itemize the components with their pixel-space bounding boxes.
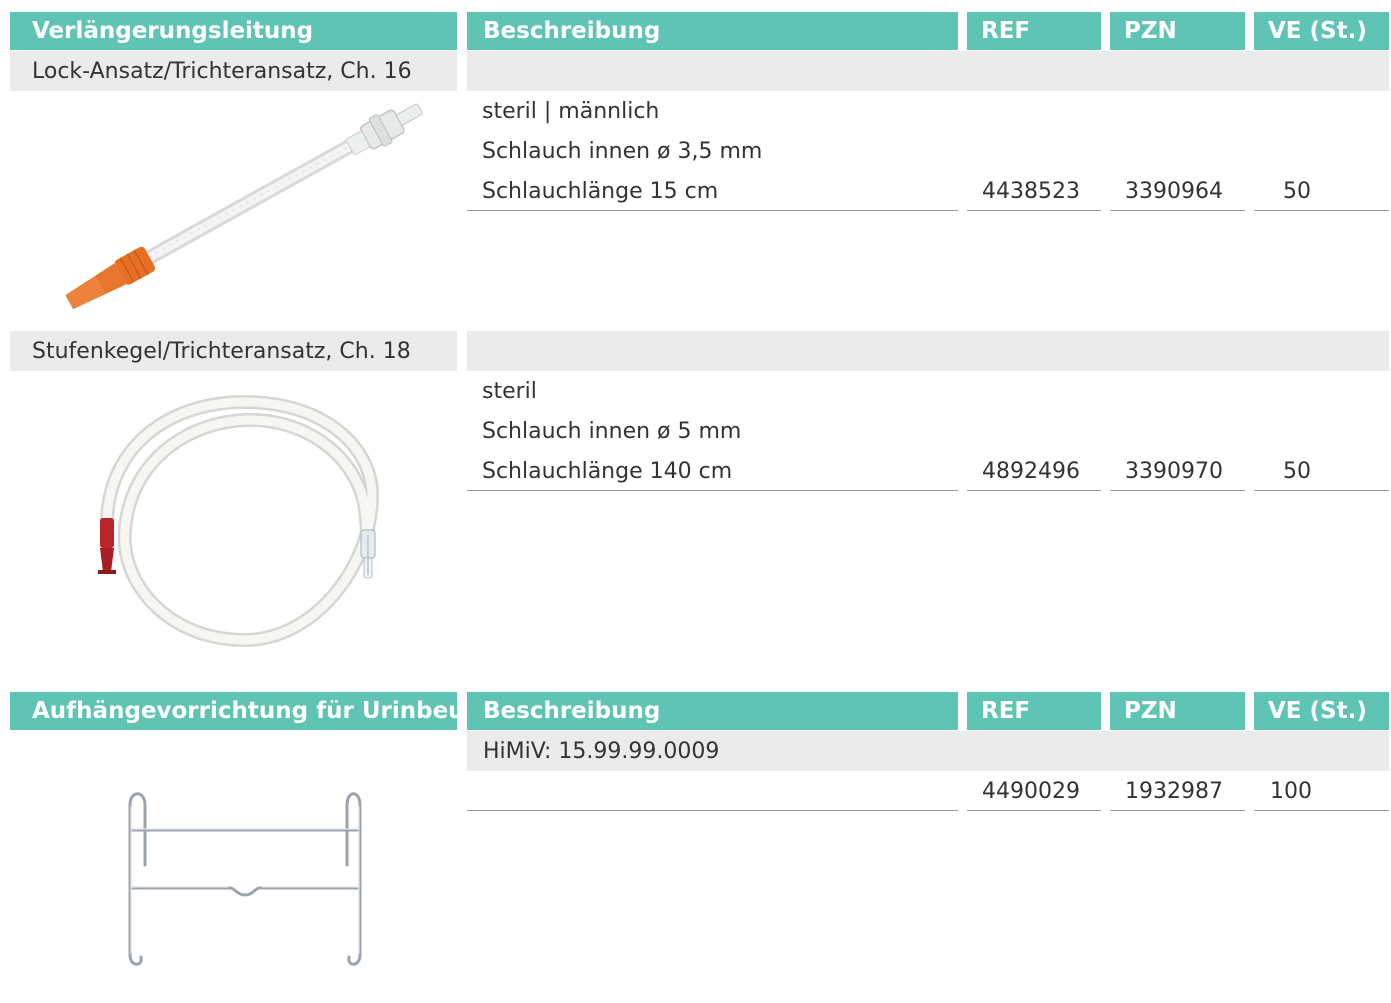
product1-desc-rule — [467, 210, 958, 211]
product2-desc-rule — [467, 490, 958, 491]
section2-pzn-header: PZN — [1110, 692, 1245, 730]
product3-ref: 4490029 — [982, 779, 1080, 804]
product2-pzn: 3390970 — [1125, 459, 1223, 484]
product1-desc-line3: Schlauchlänge 15 cm — [482, 179, 719, 204]
section2-title-header: Aufhängevorrichtung für Urinbeutel — [10, 692, 499, 730]
extension-tube-long-image — [98, 394, 380, 648]
product2-desc-line2: Schlauch innen ø 5 mm — [482, 419, 742, 444]
product3-ve: 100 — [1270, 779, 1312, 804]
product3-note: HiMiV: 15.99.99.0009 — [467, 731, 1389, 771]
product1-ref: 4438523 — [982, 179, 1080, 204]
product3-pzn: 1932987 — [1125, 779, 1223, 804]
product3-pzn-rule — [1110, 810, 1245, 811]
product1-gray-bar — [467, 51, 1389, 91]
section1-ref-header: REF — [967, 12, 1101, 50]
product1-pzn: 3390964 — [1125, 179, 1223, 204]
section2-ve-header: VE (St.) — [1254, 692, 1389, 730]
product1-name: Lock-Ansatz/Trichteransatz, Ch. 16 — [10, 51, 457, 91]
product1-ref-rule — [967, 210, 1101, 211]
product2-desc-line3: Schlauchlänge 140 cm — [482, 459, 733, 484]
product2-ref: 4892496 — [982, 459, 1080, 484]
product3-desc-rule — [467, 810, 958, 811]
section2-ref-header: REF — [967, 692, 1101, 730]
product2-name: Stufenkegel/Trichteransatz, Ch. 18 — [10, 331, 457, 371]
section1-pzn-header: PZN — [1110, 12, 1245, 50]
section1-description-header: Beschreibung — [467, 12, 958, 50]
product1-ve-rule — [1254, 210, 1389, 211]
product1-ve: 50 — [1283, 179, 1311, 204]
product2-pzn-rule — [1110, 490, 1245, 491]
product1-desc-line2: Schlauch innen ø 3,5 mm — [482, 139, 763, 164]
product2-gray-bar — [467, 331, 1389, 371]
product2-ve-rule — [1254, 490, 1389, 491]
product1-pzn-rule — [1110, 210, 1245, 211]
product1-desc-line1: steril | männlich — [482, 99, 660, 124]
section2-description-header: Beschreibung — [467, 692, 958, 730]
urine-bag-hanger-image — [128, 792, 362, 966]
product2-ve: 50 — [1283, 459, 1311, 484]
extension-tube-short-image — [65, 103, 423, 310]
section1-title-header: Verlängerungsleitung — [10, 12, 457, 50]
product3-ref-rule — [967, 810, 1101, 811]
product2-desc-line1: steril — [482, 379, 537, 404]
product2-ref-rule — [967, 490, 1101, 491]
product3-ve-rule — [1254, 810, 1389, 811]
section1-ve-header: VE (St.) — [1254, 12, 1389, 50]
